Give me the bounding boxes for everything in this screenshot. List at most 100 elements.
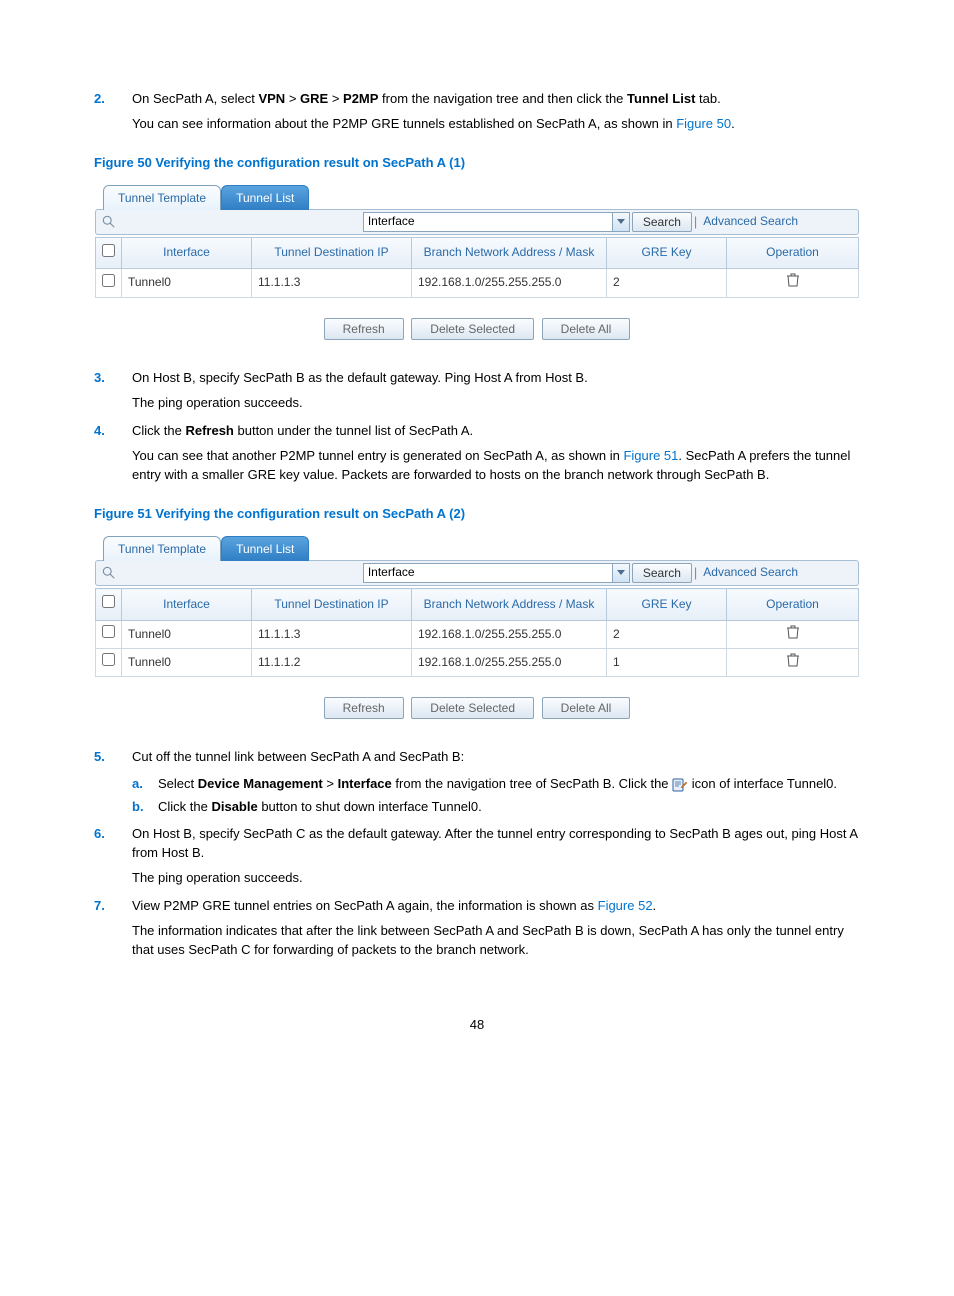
cell-dest-ip: 11.1.1.2 xyxy=(252,648,412,676)
cell-gre-key: 2 xyxy=(607,620,727,648)
step-7: 7. View P2MP GRE tunnel entries on SecPa… xyxy=(94,897,860,966)
tab-row: Tunnel Template Tunnel List xyxy=(95,184,859,209)
figure-50: Tunnel Template Tunnel List Interface Se… xyxy=(94,183,860,353)
text: The ping operation succeeds. xyxy=(132,394,860,413)
button-row: Refresh Delete Selected Delete All xyxy=(95,697,859,719)
tab-tunnel-template[interactable]: Tunnel Template xyxy=(103,185,221,210)
figure-link[interactable]: Figure 52 xyxy=(598,898,653,913)
text-bold: Tunnel List xyxy=(627,91,695,106)
page-number: 48 xyxy=(94,1016,860,1035)
delete-selected-button[interactable]: Delete Selected xyxy=(411,697,534,719)
text: tab. xyxy=(695,91,720,106)
advanced-search-link[interactable]: Advanced Search xyxy=(703,564,798,581)
header-gre-key: GRE Key xyxy=(607,589,727,620)
text: icon of interface Tunnel0. xyxy=(688,776,837,791)
search-icon xyxy=(102,566,116,580)
header-dest-ip: Tunnel Destination IP xyxy=(252,237,412,268)
header-branch: Branch Network Address / Mask xyxy=(412,589,607,620)
substep-body: Click the Disable button to shut down in… xyxy=(158,798,482,817)
search-bar: Interface Search | Advanced Search xyxy=(95,560,859,586)
row-checkbox[interactable] xyxy=(102,274,115,287)
text: You can see that another P2MP tunnel ent… xyxy=(132,448,623,463)
step-body: View P2MP GRE tunnel entries on SecPath … xyxy=(132,897,860,966)
tab-tunnel-list[interactable]: Tunnel List xyxy=(221,185,309,210)
cell-interface: Tunnel0 xyxy=(122,620,252,648)
search-field[interactable]: Interface xyxy=(363,212,613,232)
text: You can see information about the P2MP G… xyxy=(132,116,676,131)
table-row: Tunnel0 11.1.1.2 192.168.1.0/255.255.255… xyxy=(96,648,859,676)
step-body: Cut off the tunnel link between SecPath … xyxy=(132,748,860,821)
trash-icon[interactable] xyxy=(786,273,800,287)
text: On SecPath A, select xyxy=(132,91,258,106)
header-dest-ip: Tunnel Destination IP xyxy=(252,589,412,620)
step-2: 2. On SecPath A, select VPN > GRE > P2MP… xyxy=(94,90,860,140)
select-all-checkbox[interactable] xyxy=(102,244,115,257)
text-bold: Interface xyxy=(338,776,392,791)
cell-interface: Tunnel0 xyxy=(122,269,252,297)
step-5: 5. Cut off the tunnel link between SecPa… xyxy=(94,748,860,821)
text: View P2MP GRE tunnel entries on SecPath … xyxy=(132,898,598,913)
tab-row: Tunnel Template Tunnel List xyxy=(95,535,859,560)
text-bold: P2MP xyxy=(343,91,378,106)
substep-body: Select Device Management > Interface fro… xyxy=(158,775,837,794)
step-number: 3. xyxy=(94,369,132,419)
table-row: Tunnel0 11.1.1.3 192.168.1.0/255.255.255… xyxy=(96,269,859,297)
row-checkbox[interactable] xyxy=(102,625,115,638)
tab-tunnel-template[interactable]: Tunnel Template xyxy=(103,536,221,561)
figure-link[interactable]: Figure 51 xyxy=(623,448,678,463)
refresh-button[interactable]: Refresh xyxy=(324,318,404,340)
cell-dest-ip: 11.1.1.3 xyxy=(252,620,412,648)
delete-all-button[interactable]: Delete All xyxy=(542,697,631,719)
text: The ping operation succeeds. xyxy=(132,869,860,888)
cell-branch: 192.168.1.0/255.255.255.0 xyxy=(412,620,607,648)
step-body: On SecPath A, select VPN > GRE > P2MP fr… xyxy=(132,90,860,140)
chevron-down-icon xyxy=(617,570,625,576)
tunnel-table: Interface Tunnel Destination IP Branch N… xyxy=(95,237,859,298)
text: button to shut down interface Tunnel0. xyxy=(258,799,482,814)
figure-link[interactable]: Figure 50 xyxy=(676,116,731,131)
step-number: 2. xyxy=(94,90,132,140)
cell-branch: 192.168.1.0/255.255.255.0 xyxy=(412,269,607,297)
cell-interface: Tunnel0 xyxy=(122,648,252,676)
substep-letter: b. xyxy=(132,798,158,817)
dropdown-button[interactable] xyxy=(612,212,630,232)
text: . xyxy=(653,898,657,913)
search-button[interactable]: Search xyxy=(632,563,692,583)
trash-icon[interactable] xyxy=(786,625,800,639)
header-interface: Interface xyxy=(122,589,252,620)
edit-icon xyxy=(672,778,688,792)
step-body: Click the Refresh button under the tunne… xyxy=(132,422,860,491)
step-6: 6. On Host B, specify SecPath C as the d… xyxy=(94,825,860,894)
figure-caption: Figure 51 Verifying the configuration re… xyxy=(94,505,860,524)
delete-all-button[interactable]: Delete All xyxy=(542,318,631,340)
button-row: Refresh Delete Selected Delete All xyxy=(95,318,859,340)
text: . xyxy=(731,116,735,131)
table-row: Tunnel0 11.1.1.3 192.168.1.0/255.255.255… xyxy=(96,620,859,648)
header-branch: Branch Network Address / Mask xyxy=(412,237,607,268)
text-bold: Disable xyxy=(211,799,257,814)
step-number: 4. xyxy=(94,422,132,491)
text: from the navigation tree and then click … xyxy=(378,91,627,106)
cell-gre-key: 1 xyxy=(607,648,727,676)
header-checkbox xyxy=(96,589,122,620)
row-checkbox[interactable] xyxy=(102,653,115,666)
refresh-button[interactable]: Refresh xyxy=(324,697,404,719)
header-interface: Interface xyxy=(122,237,252,268)
text-bold: VPN xyxy=(258,91,285,106)
cell-gre-key: 2 xyxy=(607,269,727,297)
search-button[interactable]: Search xyxy=(632,212,692,232)
step-number: 6. xyxy=(94,825,132,894)
advanced-search-link[interactable]: Advanced Search xyxy=(703,213,798,230)
trash-icon[interactable] xyxy=(786,653,800,667)
figure-51: Tunnel Template Tunnel List Interface Se… xyxy=(94,534,860,733)
step-number: 5. xyxy=(94,748,132,821)
search-field[interactable]: Interface xyxy=(363,563,613,583)
select-all-checkbox[interactable] xyxy=(102,595,115,608)
tab-tunnel-list[interactable]: Tunnel List xyxy=(221,536,309,561)
delete-selected-button[interactable]: Delete Selected xyxy=(411,318,534,340)
step-number: 7. xyxy=(94,897,132,966)
text: The information indicates that after the… xyxy=(132,922,860,960)
text: Select xyxy=(158,776,198,791)
dropdown-button[interactable] xyxy=(612,563,630,583)
figure-caption: Figure 50 Verifying the configuration re… xyxy=(94,154,860,173)
